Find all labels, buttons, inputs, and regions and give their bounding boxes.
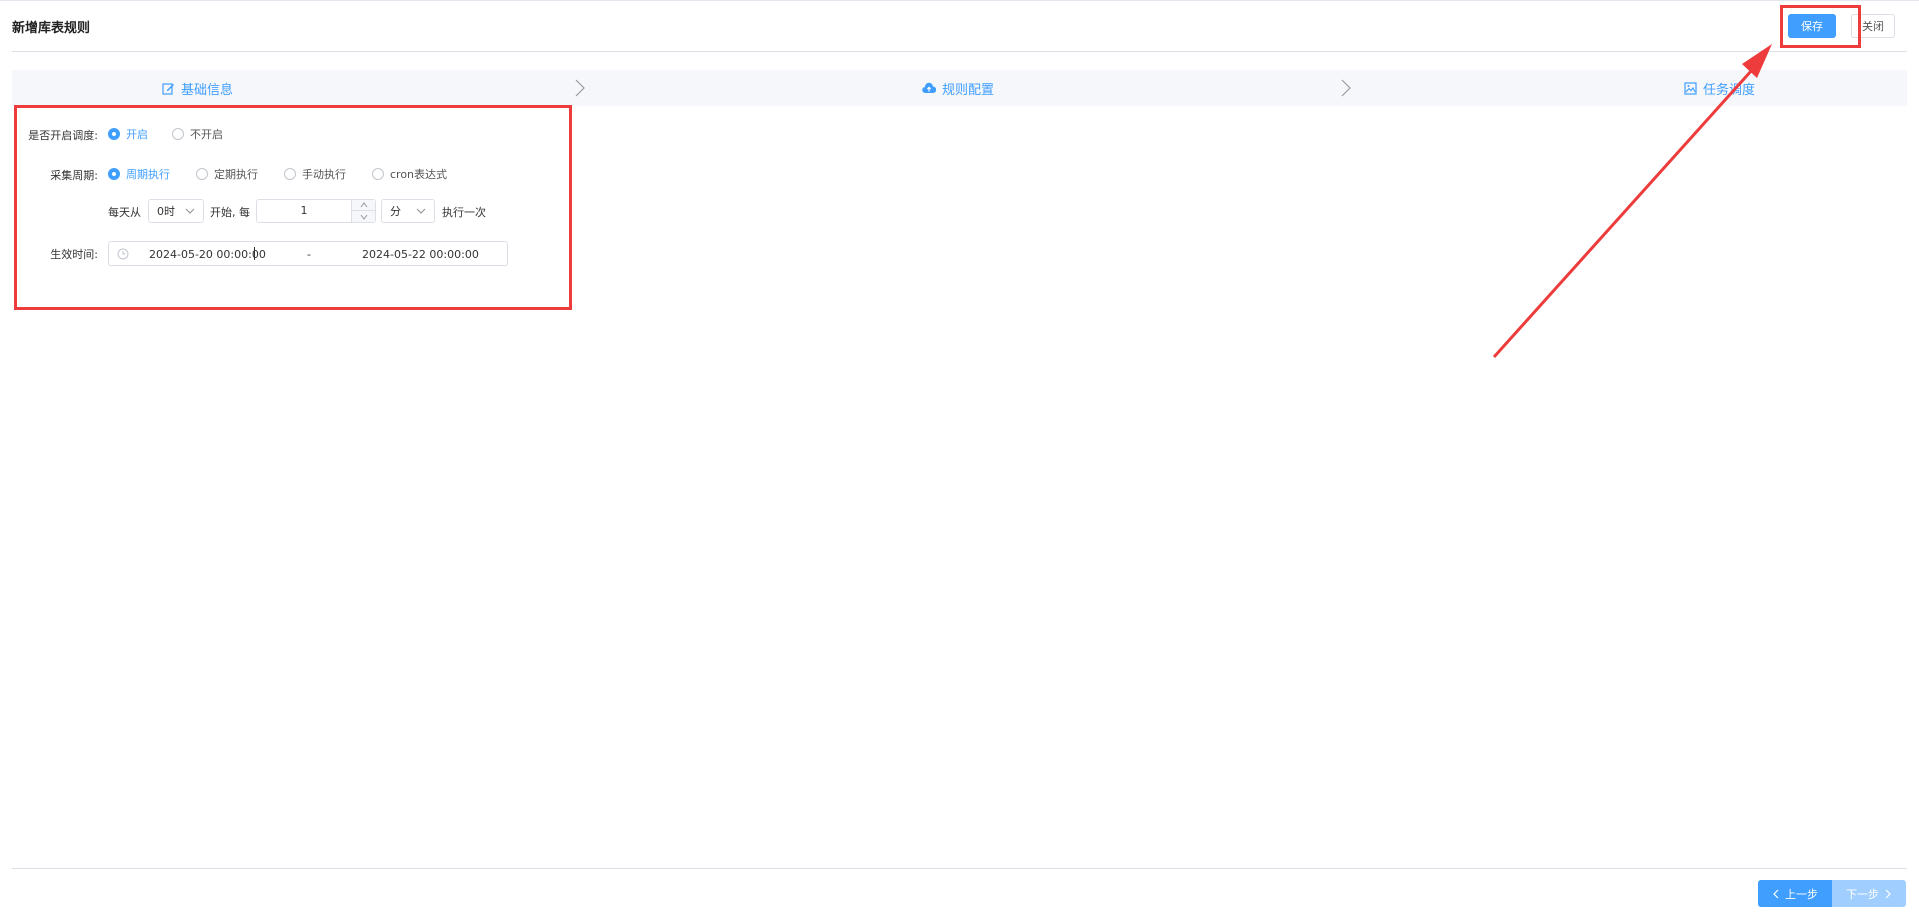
arrow-shaft <box>1492 68 1754 359</box>
button-label: 上一步 <box>1785 887 1818 901</box>
step-basic-info[interactable]: 基础信息 <box>162 70 233 106</box>
step-rule-config[interactable]: 规则配置 <box>922 70 994 106</box>
footer-divider <box>12 868 1907 869</box>
step-task-schedule[interactable]: 任务调度 <box>1684 70 1755 106</box>
rule-editor-page: 新增库表规则 保存 关闭 基础信息 规则配置 任务调度 是否开启调度: 开启 不… <box>0 0 1919 915</box>
chevron-right-icon <box>1885 889 1891 898</box>
image-icon <box>1684 81 1697 95</box>
steps-bar: 基础信息 规则配置 任务调度 <box>12 70 1907 106</box>
step-label: 任务调度 <box>1703 82 1756 98</box>
page-title: 新增库表规则 <box>12 21 91 36</box>
prev-step-button[interactable]: 上一步 <box>1758 880 1832 907</box>
button-label: 下一步 <box>1846 887 1879 901</box>
chevron-right-icon <box>1341 79 1351 97</box>
edit-icon <box>162 82 174 95</box>
cloud-upload-icon <box>922 82 936 94</box>
form-highlight-box <box>14 105 572 310</box>
header: 新增库表规则 <box>12 0 1907 52</box>
step-label: 规则配置 <box>942 82 995 98</box>
chevron-left-icon <box>1773 889 1779 898</box>
next-step-button[interactable]: 下一步 <box>1832 880 1906 907</box>
save-highlight-box <box>1780 5 1861 48</box>
chevron-right-icon <box>575 79 585 97</box>
step-label: 基础信息 <box>181 82 234 98</box>
